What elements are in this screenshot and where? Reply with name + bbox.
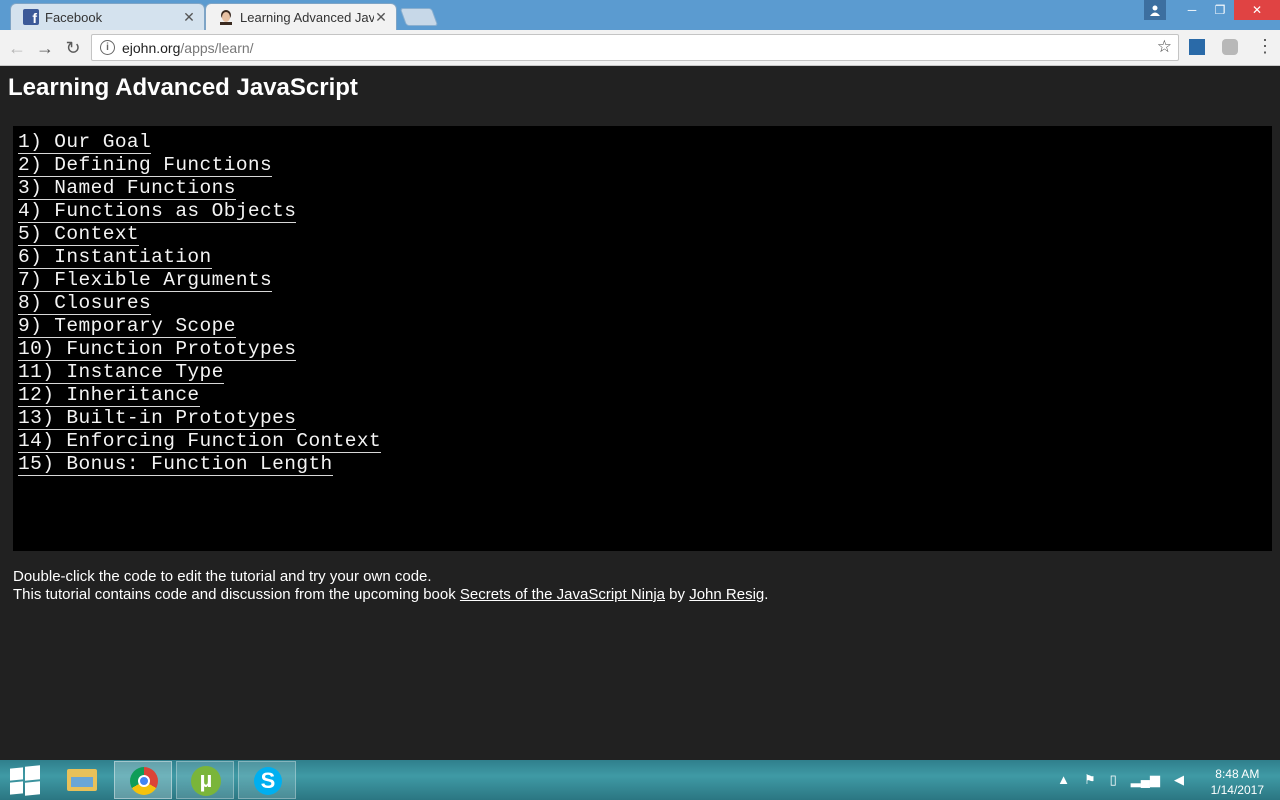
window-controls: ─ ❐ ✕: [1144, 0, 1280, 20]
url-path: /apps/learn/: [180, 40, 254, 56]
lesson-link[interactable]: 13) Built-in Prototypes: [18, 407, 297, 430]
restore-button[interactable]: ❐: [1206, 0, 1234, 20]
list-item: 10) Function Prototypes: [18, 338, 1272, 361]
folder-icon: [67, 769, 97, 791]
footer-instructions: Double-click the code to edit the tutori…: [13, 568, 432, 585]
lesson-link[interactable]: 5) Context: [18, 223, 140, 246]
credits-text: This tutorial contains code and discussi…: [13, 586, 460, 603]
bookmark-star-icon[interactable]: ☆: [1157, 37, 1172, 57]
extension-icon[interactable]: [1222, 39, 1238, 55]
battery-icon[interactable]: ▯: [1110, 772, 1117, 788]
windows-start-icon[interactable]: [10, 765, 40, 796]
extension-icon[interactable]: [1189, 39, 1205, 55]
list-item: 8) Closures: [18, 292, 1272, 315]
facebook-icon: f: [23, 9, 39, 25]
system-clock[interactable]: 8:48 AM 1/14/2017: [1211, 766, 1264, 798]
list-item: 12) Inheritance: [18, 384, 1272, 407]
clock-time: 8:48 AM: [1215, 767, 1260, 781]
list-item: 15) Bonus: Function Length: [18, 453, 1272, 476]
info-icon[interactable]: i: [100, 40, 115, 55]
close-window-button[interactable]: ✕: [1234, 0, 1280, 20]
action-center-flag-icon[interactable]: ⚑: [1084, 772, 1096, 788]
tab-learning-advanced-javascript[interactable]: Learning Advanced JavaScript ✕: [205, 3, 397, 30]
utorrent-taskbar-button[interactable]: µ: [176, 761, 234, 799]
taskbar: µ S ▲ ⚑ ▯ ▂▄▆ ◀ 8:48 AM 1/14/2017: [0, 760, 1280, 800]
browser-toolbar: ← → ↻ i ejohn.org/apps/learn/ ☆: [0, 30, 1280, 66]
tab-title: Learning Advanced JavaScript: [240, 9, 374, 25]
list-item: 9) Temporary Scope: [18, 315, 1272, 338]
list-item: 1) Our Goal: [18, 131, 1272, 154]
chrome-taskbar-button[interactable]: [114, 761, 172, 799]
page-title: Learning Advanced JavaScript: [8, 74, 358, 101]
close-icon[interactable]: ✕: [182, 9, 196, 26]
back-button[interactable]: ←: [6, 37, 28, 59]
lesson-link[interactable]: 14) Enforcing Function Context: [18, 430, 382, 453]
lesson-link[interactable]: 9) Temporary Scope: [18, 315, 236, 338]
page-footer: Double-click the code to edit the tutori…: [13, 568, 768, 604]
list-item: 13) Built-in Prototypes: [18, 407, 1272, 430]
menu-icon[interactable]: ⋮: [1256, 36, 1274, 57]
network-signal-icon[interactable]: ▂▄▆: [1131, 772, 1160, 788]
show-hidden-icons-icon[interactable]: ▲: [1057, 772, 1070, 788]
list-item: 2) Defining Functions: [18, 154, 1272, 177]
lesson-link[interactable]: 6) Instantiation: [18, 246, 212, 269]
author-link[interactable]: John Resig: [689, 586, 764, 603]
list-item: 14) Enforcing Function Context: [18, 430, 1272, 453]
volume-icon[interactable]: ◀: [1174, 772, 1184, 788]
url-domain: ejohn.org: [122, 40, 181, 56]
list-item: 11) Instance Type: [18, 361, 1272, 384]
book-link[interactable]: Secrets of the JavaScript Ninja: [460, 586, 665, 603]
system-tray: ▲ ⚑ ▯ ▂▄▆ ◀: [1057, 772, 1184, 788]
tab-title: Facebook: [45, 9, 103, 25]
lesson-link[interactable]: 8) Closures: [18, 292, 152, 315]
new-tab-button[interactable]: [399, 8, 439, 26]
list-item: 5) Context: [18, 223, 1272, 246]
lesson-link[interactable]: 15) Bonus: Function Length: [18, 453, 333, 476]
list-item: 4) Functions as Objects: [18, 200, 1272, 223]
close-icon[interactable]: ✕: [374, 9, 388, 26]
clock-date: 1/14/2017: [1210, 783, 1264, 797]
period-text: .: [764, 586, 769, 603]
utorrent-icon: µ: [191, 766, 221, 796]
by-text: by: [665, 586, 690, 603]
skype-icon: S: [254, 767, 282, 795]
lesson-link[interactable]: 3) Named Functions: [18, 177, 236, 200]
list-item: 7) Flexible Arguments: [18, 269, 1272, 292]
address-bar[interactable]: i ejohn.org/apps/learn/ ☆: [91, 34, 1179, 61]
lesson-link[interactable]: 11) Instance Type: [18, 361, 224, 384]
file-explorer-taskbar-button[interactable]: [52, 761, 110, 799]
lesson-link[interactable]: 1) Our Goal: [18, 131, 152, 154]
lesson-link[interactable]: 4) Functions as Objects: [18, 200, 297, 223]
tab-strip: f Facebook ✕ Learning Advanced JavaScrip…: [0, 0, 1280, 30]
skype-taskbar-button[interactable]: S: [238, 761, 296, 799]
lesson-link[interactable]: 12) Inheritance: [18, 384, 200, 407]
tab-facebook[interactable]: f Facebook ✕: [10, 3, 205, 30]
lesson-link[interactable]: 7) Flexible Arguments: [18, 269, 273, 292]
lesson-link[interactable]: 2) Defining Functions: [18, 154, 273, 177]
list-item: 6) Instantiation: [18, 246, 1272, 269]
user-profile-icon[interactable]: [1144, 0, 1166, 20]
lesson-link[interactable]: 10) Function Prototypes: [18, 338, 297, 361]
lesson-list: 1) Our Goal 2) Defining Functions 3) Nam…: [13, 126, 1272, 476]
favicon-icon: [218, 9, 234, 25]
minimize-button[interactable]: ─: [1178, 0, 1206, 20]
lesson-panel: 1) Our Goal 2) Defining Functions 3) Nam…: [13, 126, 1272, 551]
reload-button[interactable]: ↻: [62, 37, 84, 59]
footer-credits: This tutorial contains code and discussi…: [13, 586, 768, 604]
forward-button[interactable]: →: [34, 37, 56, 59]
url-text: ejohn.org/apps/learn/: [122, 40, 254, 56]
list-item: 3) Named Functions: [18, 177, 1272, 200]
chrome-icon: [130, 767, 158, 795]
